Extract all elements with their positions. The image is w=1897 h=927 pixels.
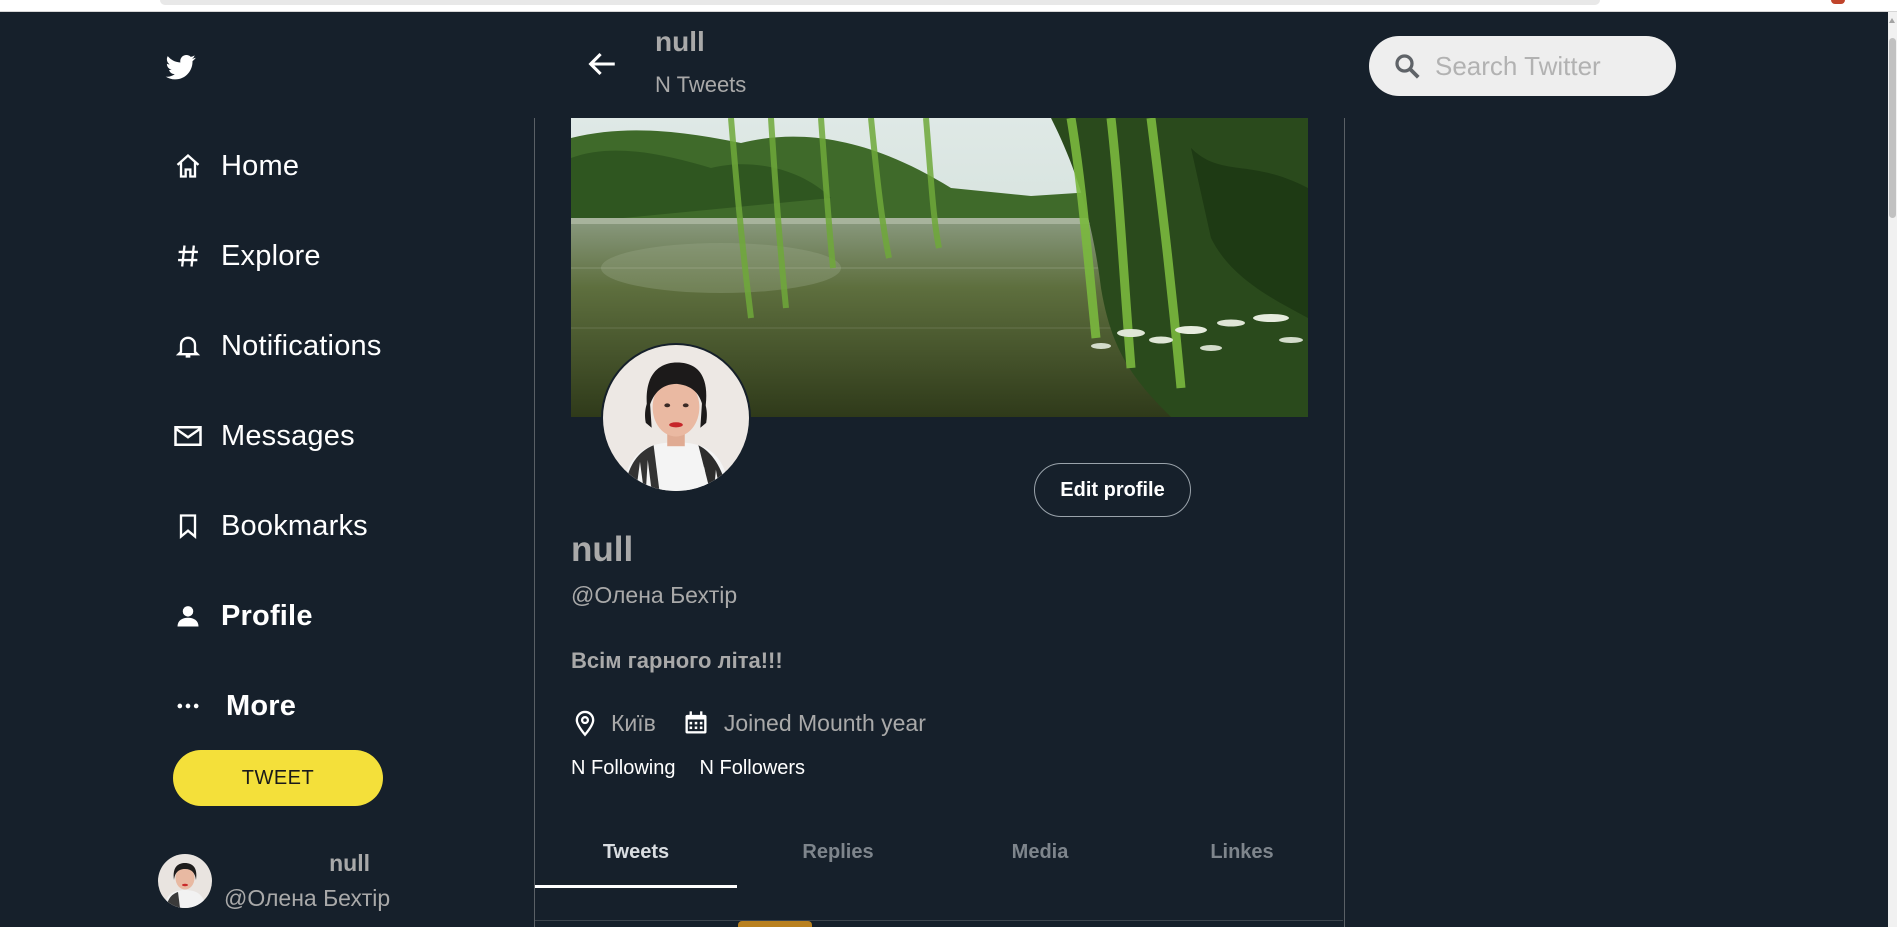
header-tweet-count: N Tweets [655, 72, 747, 97]
account-switcher[interactable]: null @Олена Бехтір [158, 838, 418, 911]
mail-icon [172, 420, 204, 452]
profile-tabs: Tweets Replies Media Linkes [535, 825, 1343, 888]
following-link[interactable]: N Following [571, 757, 675, 780]
home-icon [172, 150, 204, 182]
browser-profile-icon[interactable] [1831, 0, 1845, 4]
nav-more-label: More [226, 689, 297, 722]
active-tab-underline [535, 885, 737, 888]
search-icon [1391, 50, 1423, 82]
profile-meta: Київ Joined Mounth year [571, 705, 926, 741]
browser-address-bar-edge [160, 0, 1600, 5]
profile-joined: Joined Mounth year [723, 709, 926, 736]
nav-notifications-label: Notifications [221, 329, 382, 362]
tab-media[interactable]: Media [939, 825, 1141, 888]
location-pin-icon [571, 707, 599, 739]
tab-tweets-label: Tweets [602, 841, 670, 863]
nav-explore-label: Explore [221, 239, 321, 272]
scroll-up-arrow-icon[interactable] [1889, 18, 1895, 23]
sidebar: Home Explore Notifications Messages Book… [150, 12, 530, 927]
back-arrow-icon[interactable] [582, 44, 622, 84]
hashtag-icon [172, 240, 204, 272]
tweet-button[interactable]: TWEET [173, 750, 383, 806]
edit-profile-button[interactable]: Edit profile [1034, 463, 1191, 517]
profile-bio: Всім гарного літа!!! [571, 648, 783, 673]
nav-home[interactable]: Home [172, 144, 299, 188]
nav-messages-label: Messages [221, 419, 355, 452]
follow-stats-gap [675, 757, 699, 780]
column-divider-right [1344, 118, 1345, 927]
profile-header: null N Tweets [570, 12, 1350, 118]
followers-link[interactable]: N Followers [699, 757, 805, 780]
profile-follow-stats: N Following N Followers [571, 757, 805, 780]
nav-profile[interactable]: Profile [172, 594, 313, 638]
calendar-icon [682, 707, 710, 739]
header-title: null [655, 26, 705, 57]
next-tweet-media-peek [738, 921, 812, 927]
profile-location: Київ [611, 709, 656, 736]
page-scrollbar[interactable] [1888, 12, 1897, 927]
tab-likes[interactable]: Linkes [1141, 825, 1343, 888]
nav-profile-label: Profile [221, 599, 313, 632]
tabs-bottom-divider [535, 920, 1343, 921]
nav-more[interactable]: More [172, 684, 296, 728]
tab-replies[interactable]: Replies [737, 825, 939, 888]
nav-home-label: Home [221, 149, 300, 182]
profile-avatar[interactable] [601, 343, 751, 493]
nav-explore[interactable]: Explore [172, 234, 321, 278]
nav-notifications[interactable]: Notifications [172, 324, 382, 368]
column-divider-left [534, 118, 535, 927]
search-input[interactable] [1435, 50, 1655, 82]
bell-icon [172, 330, 204, 362]
tab-media-label: Media [1011, 841, 1069, 863]
search-box[interactable] [1369, 36, 1676, 96]
scrollbar-thumb[interactable] [1889, 38, 1896, 218]
nav-messages[interactable]: Messages [172, 414, 355, 458]
nav-bookmarks-label: Bookmarks [221, 509, 368, 542]
tab-tweets[interactable]: Tweets [535, 825, 737, 888]
account-handle: @Олена Бехтір [224, 885, 391, 911]
account-name: null [329, 850, 370, 876]
person-icon [172, 600, 204, 632]
more-dots-icon [172, 690, 204, 722]
bookmark-icon [172, 510, 204, 542]
browser-chrome-strip [0, 0, 1897, 12]
tab-likes-label: Linkes [1210, 841, 1274, 863]
profile-handle: @Олена Бехтір [571, 582, 738, 608]
tab-replies-label: Replies [802, 841, 874, 863]
twitter-bird-icon[interactable] [164, 52, 198, 82]
nav-bookmarks[interactable]: Bookmarks [172, 504, 368, 548]
profile-name: null [571, 530, 634, 569]
